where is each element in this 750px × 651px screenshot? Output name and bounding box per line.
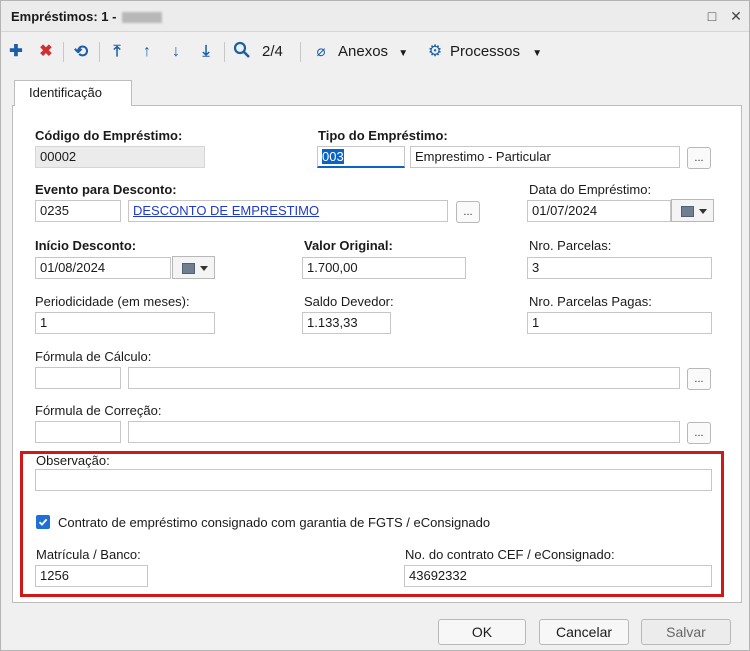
emprestimos-window: Empréstimos: 1 - □ ✕ ✚ ✖ ⟲ ⤒ ↑ ↓ ⤓ 2/4 ⌀… <box>0 0 750 651</box>
toolbar: ✚ ✖ ⟲ ⤒ ↑ ↓ ⤓ 2/4 ⌀ Anexos ▼ ⚙ Processos… <box>1 33 749 71</box>
evento-description-link[interactable]: DESCONTO DE EMPRESTIMO <box>128 200 448 222</box>
arrow-first-icon[interactable]: ⤒ <box>107 41 127 63</box>
formula-calculo-lookup-button[interactable]: ... <box>687 368 711 390</box>
toolbar-separator <box>300 42 301 62</box>
window-title: Empréstimos: 1 - <box>11 9 163 24</box>
inicio-desconto-label: Início Desconto: <box>35 238 137 253</box>
parcelas-pagas-label: Nro. Parcelas Pagas: <box>529 294 652 309</box>
redacted-name <box>122 12 163 24</box>
search-icon[interactable] <box>231 41 253 63</box>
formula-correcao-description-field[interactable] <box>128 421 680 443</box>
tipo-description-field[interactable]: Emprestimo - Particular <box>410 146 680 168</box>
inicio-desconto-field[interactable]: 01/08/2024 <box>35 257 171 279</box>
consignado-label[interactable]: Contrato de empréstimo consignado com ga… <box>58 515 490 530</box>
chevron-down-icon: ▼ <box>532 48 543 59</box>
toolbar-separator <box>99 42 100 62</box>
arrow-last-icon[interactable]: ⤓ <box>196 41 216 63</box>
plus-icon[interactable]: ✚ <box>7 41 25 63</box>
x-icon[interactable]: ✖ <box>37 41 55 63</box>
observacao-field[interactable] <box>35 469 712 491</box>
saldo-devedor-field[interactable]: 1.133,33 <box>302 312 391 334</box>
paperclip-icon[interactable]: ⌀ <box>314 41 328 63</box>
refresh-icon[interactable]: ⟲ <box>71 41 91 63</box>
tipo-code-field[interactable]: 003 <box>317 146 405 168</box>
processos-label: Processos <box>450 43 521 60</box>
check-icon <box>38 518 48 526</box>
tipo-lookup-button[interactable]: ... <box>687 147 711 169</box>
parcelas-pagas-field[interactable]: 1 <box>527 312 712 334</box>
formula-calculo-code-field[interactable] <box>35 367 121 389</box>
formula-correcao-label: Fórmula de Correção: <box>35 403 162 418</box>
anexos-label: Anexos <box>338 43 389 60</box>
saldo-devedor-label: Saldo Devedor: <box>304 294 394 309</box>
nro-parcelas-field[interactable]: 3 <box>527 257 712 279</box>
periodicidade-field[interactable]: 1 <box>35 312 215 334</box>
observacao-label: Observação: <box>36 453 110 468</box>
data-emprestimo-label: Data do Empréstimo: <box>529 182 652 197</box>
data-emprestimo-field[interactable]: 01/07/2024 <box>527 200 671 222</box>
gear-icon[interactable]: ⚙ <box>426 41 444 63</box>
evento-lookup-button[interactable]: ... <box>456 201 480 223</box>
periodicidade-label: Periodicidade (em meses): <box>35 294 190 309</box>
valor-original-label: Valor Original: <box>304 238 393 253</box>
contrato-cef-label: No. do contrato CEF / eConsignado: <box>405 547 615 562</box>
ok-button[interactable]: OK <box>438 619 526 645</box>
chevron-down-icon: ▼ <box>398 48 409 59</box>
toolbar-separator <box>224 42 225 62</box>
matricula-label: Matrícula / Banco: <box>36 547 141 562</box>
cancel-button[interactable]: Cancelar <box>539 619 629 645</box>
evento-label: Evento para Desconto: <box>35 182 177 197</box>
tipo-label: Tipo do Empréstimo: <box>318 128 448 143</box>
formula-correcao-lookup-button[interactable]: ... <box>687 422 711 444</box>
tab-identificacao[interactable]: Identificação <box>14 80 132 106</box>
arrow-down-icon[interactable]: ↓ <box>166 41 186 63</box>
processos-menu[interactable]: Processos ▼ <box>450 43 542 60</box>
calendar-icon[interactable] <box>172 256 215 279</box>
title-bar: Empréstimos: 1 - □ ✕ <box>1 1 749 32</box>
matricula-field[interactable]: 1256 <box>35 565 148 587</box>
nro-parcelas-label: Nro. Parcelas: <box>529 238 612 253</box>
save-button[interactable]: Salvar <box>641 619 731 645</box>
maximize-button[interactable]: □ <box>703 7 721 25</box>
codigo-field[interactable]: 00002 <box>35 146 205 168</box>
consignado-checkbox[interactable] <box>36 515 50 529</box>
anexos-menu[interactable]: Anexos ▼ <box>338 43 408 60</box>
record-counter: 2/4 <box>262 43 283 60</box>
calendar-icon[interactable] <box>671 199 714 222</box>
formula-correcao-code-field[interactable] <box>35 421 121 443</box>
codigo-label: Código do Empréstimo: <box>35 128 183 143</box>
formula-calculo-description-field[interactable] <box>128 367 680 389</box>
contrato-cef-field[interactable]: 43692332 <box>404 565 712 587</box>
window-title-text: Empréstimos: 1 - <box>11 9 117 24</box>
toolbar-separator <box>63 42 64 62</box>
tipo-code-selected-text: 003 <box>322 149 344 164</box>
valor-original-field[interactable]: 1.700,00 <box>302 257 466 279</box>
arrow-up-icon[interactable]: ↑ <box>137 41 157 63</box>
close-window-button[interactable]: ✕ <box>727 7 745 25</box>
formula-calculo-label: Fórmula de Cálculo: <box>35 349 152 364</box>
evento-code-field[interactable]: 0235 <box>35 200 121 222</box>
